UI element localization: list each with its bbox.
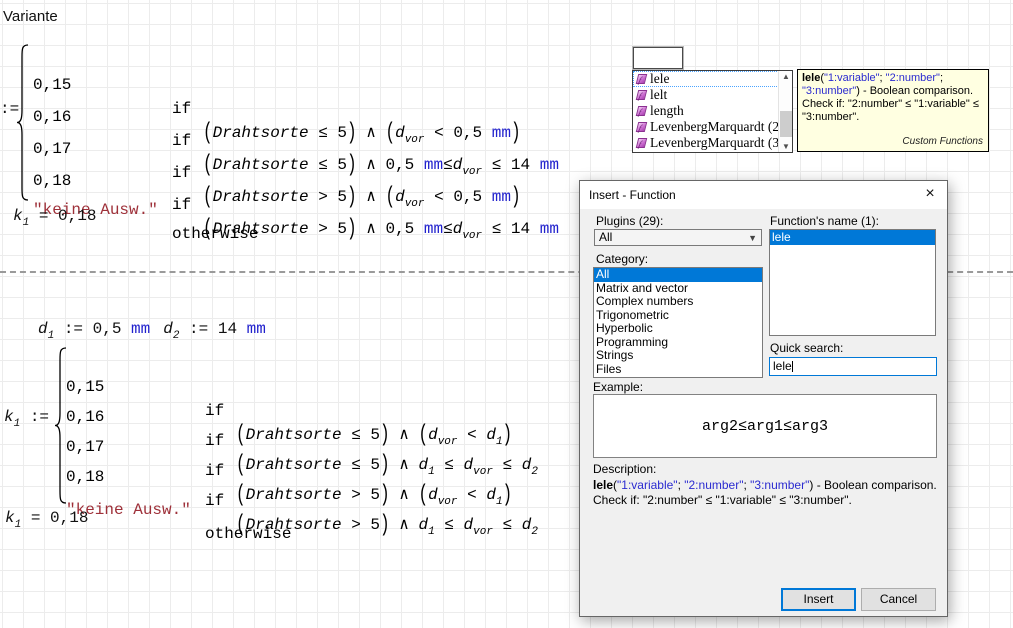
math-region-result-2[interactable]: k1 = 0,18 xyxy=(5,506,88,537)
piecewise-case: 0,18 if (Drahtsorte > 5) ∧ d1 ≤ dvor ≤ d… xyxy=(66,441,124,465)
category-item-programming[interactable]: Programming xyxy=(594,336,762,350)
example-expression: arg2≤arg1≤arg3 xyxy=(702,418,828,435)
piecewise-case: 0,16 if (Drahtsorte ≤ 5) ∧ 0,5 mm≤dvor ≤… xyxy=(33,81,91,105)
function-icon: f xyxy=(636,106,647,116)
plugins-dropdown[interactable]: All ▼ xyxy=(594,229,762,246)
piecewise-case: 0,17 if (Drahtsorte > 5) ∧ (dvor < d1) xyxy=(66,411,124,435)
tooltip-text: lele("1:variable"; "2:number"; "3:number… xyxy=(802,72,984,124)
piecewise-case: 0,17 if (Drahtsorte > 5) ∧ (dvor < 0,5 m… xyxy=(33,113,91,137)
dialog-title: Insert - Function xyxy=(580,188,676,202)
autocomplete-item-label: length xyxy=(650,103,684,119)
piecewise-case-otherwise: "keine Ausw." otherwise xyxy=(66,474,124,498)
autocomplete-item-label: lelt xyxy=(650,87,667,103)
text-region-variante[interactable]: Variante xyxy=(3,8,58,25)
if-keyword: if xyxy=(172,193,191,217)
function-icon: f xyxy=(636,90,647,100)
autocomplete-item-label: LevenbergMarquardt (3) xyxy=(650,135,779,151)
dialog-titlebar[interactable]: Insert - Function × xyxy=(580,181,947,209)
chevron-down-icon: ▼ xyxy=(748,231,757,246)
function-tooltip: lele("1:variable"; "2:number"; "3:number… xyxy=(797,69,989,152)
scroll-up-icon[interactable]: ▲ xyxy=(779,71,793,82)
cancel-button[interactable]: Cancel xyxy=(861,588,936,611)
category-item-trigonometric[interactable]: Trigonometric xyxy=(594,309,762,323)
function-name-item-lele[interactable]: lele xyxy=(770,230,935,245)
piecewise-case: 0,15 if (Drahtsorte ≤ 5) ∧ (dvor < 0,5 m… xyxy=(33,49,91,73)
if-keyword: if xyxy=(205,429,224,453)
piecewise-case-otherwise: "keine Ausw." otherwise xyxy=(33,174,91,198)
scrollbar[interactable]: ▲ ▼ xyxy=(778,71,792,152)
piecewise-case: 0,15 if (Drahtsorte ≤ 5) ∧ (dvor < d1) xyxy=(66,351,124,375)
otherwise-keyword: otherwise xyxy=(205,522,291,546)
plugins-selected-value: All xyxy=(599,230,612,244)
example-label: Example: xyxy=(593,380,643,394)
plugins-label: Plugins (29): xyxy=(596,214,663,228)
if-keyword: if xyxy=(205,489,224,513)
autocomplete-item-levenbergmarquardt-2[interactable]: f LevenbergMarquardt (2) xyxy=(633,119,779,135)
category-listbox: All Matrix and vector Complex numbers Tr… xyxy=(593,267,763,378)
function-name-label: Function's name (1): xyxy=(770,214,879,228)
smath-worksheet: Variante := 0,15 if (Drahtsorte ≤ 5) ∧ (… xyxy=(0,0,1013,628)
case-condition: (Drahtsorte ≤ 5) ∧ (dvor < d1) xyxy=(236,423,512,454)
autocomplete-item-levenbergmarquardt-3[interactable]: f LevenbergMarquardt (3) xyxy=(633,135,779,151)
if-keyword: if xyxy=(205,459,224,483)
description-label: Description: xyxy=(593,462,656,476)
case-condition: (Drahtsorte > 5) ∧ (dvor < d1) xyxy=(236,483,512,514)
case-condition: (Drahtsorte ≤ 5) ∧ 0,5 mm≤dvor ≤ 14 mm xyxy=(203,153,559,184)
autocomplete-item-label: lele xyxy=(650,71,670,87)
piecewise-case: 0,16 if (Drahtsorte ≤ 5) ∧ d1 ≤ dvor ≤ d… xyxy=(66,381,124,405)
piecewise-case: 0,18 if (Drahtsorte > 5) ∧ 0,5 mm≤dvor ≤… xyxy=(33,145,91,169)
case-condition: (Drahtsorte > 5) ∧ (dvor < 0,5 mm) xyxy=(203,185,521,216)
otherwise-keyword: otherwise xyxy=(172,222,258,246)
math-region-result-1[interactable]: k1 = 0,18 xyxy=(13,204,96,235)
autocomplete-item-lelt[interactable]: f lelt xyxy=(633,87,779,103)
if-keyword: if xyxy=(172,129,191,153)
definition-d1: d1 := 0,5 mm xyxy=(38,317,150,348)
category-item-matrix[interactable]: Matrix and vector xyxy=(594,282,762,296)
quick-search-value: lele xyxy=(773,359,792,373)
insert-function-dialog: Insert - Function × Plugins (29): All ▼ … xyxy=(579,180,948,617)
assign-head: k1 := xyxy=(4,405,49,436)
category-item-files[interactable]: Files xyxy=(594,363,762,377)
math-region-definitions[interactable]: d1 := 0,5 mm d2 := 14 mm xyxy=(38,317,266,348)
autocomplete-item-label: LevenbergMarquardt (2) xyxy=(650,119,779,135)
autocomplete-dropdown: f lele f lelt f length f LevenbergMarqua… xyxy=(632,70,793,153)
if-keyword: if xyxy=(172,161,191,185)
function-icon: f xyxy=(636,138,647,148)
close-icon[interactable]: × xyxy=(913,181,947,209)
autocomplete-item-lele[interactable]: f lele xyxy=(633,71,779,87)
quick-search-label: Quick search: xyxy=(770,341,843,355)
category-label: Category: xyxy=(596,252,648,266)
category-item-strings[interactable]: Strings xyxy=(594,349,762,363)
piecewise-brace xyxy=(16,44,29,201)
inline-math-input[interactable]: lele xyxy=(633,47,683,69)
definition-d2: d2 := 14 mm xyxy=(163,317,266,348)
function-icon: f xyxy=(636,122,647,132)
tooltip-category: Custom Functions xyxy=(902,135,983,148)
description-text: lele("1:variable"; "2:number"; "3:number… xyxy=(593,478,937,508)
category-item-hyperbolic[interactable]: Hyperbolic xyxy=(594,322,762,336)
scroll-down-icon[interactable]: ▼ xyxy=(779,141,793,152)
function-icon: f xyxy=(636,74,647,84)
example-box: arg2≤arg1≤arg3 xyxy=(593,394,937,458)
quick-search-input[interactable]: lele xyxy=(769,357,937,376)
insert-button[interactable]: Insert xyxy=(781,588,856,611)
autocomplete-item-length[interactable]: f length xyxy=(633,103,779,119)
function-name-listbox: lele xyxy=(769,229,936,336)
if-keyword: if xyxy=(205,399,224,423)
category-item-complex[interactable]: Complex numbers xyxy=(594,295,762,309)
scrollbar-thumb[interactable] xyxy=(780,111,792,137)
if-keyword: if xyxy=(172,97,191,121)
text-cursor xyxy=(792,361,793,372)
category-item-all[interactable]: All xyxy=(594,268,762,282)
case-condition: (Drahtsorte ≤ 5) ∧ (dvor < 0,5 mm) xyxy=(203,121,521,152)
